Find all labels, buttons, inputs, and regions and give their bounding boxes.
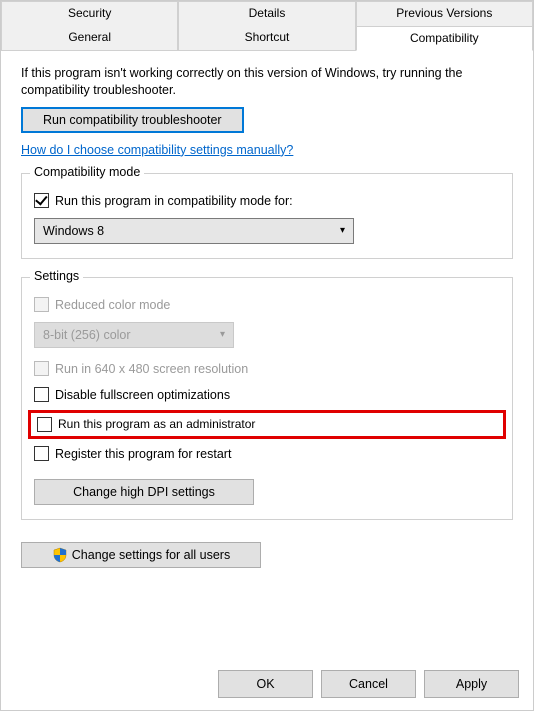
run-640-checkbox (34, 361, 49, 376)
help-link[interactable]: How do I choose compatibility settings m… (21, 143, 293, 157)
compat-mode-checkbox[interactable] (34, 193, 49, 208)
chevron-down-icon: ▾ (340, 225, 345, 236)
compat-mode-label: Run this program in compatibility mode f… (55, 194, 293, 208)
settings-group: Settings Reduced color mode 8-bit (256) … (21, 277, 513, 520)
change-dpi-button[interactable]: Change high DPI settings (34, 479, 254, 505)
compat-mode-title: Compatibility mode (30, 165, 144, 179)
intro-text: If this program isn't working correctly … (21, 65, 513, 99)
reduced-color-label: Reduced color mode (55, 298, 170, 312)
compat-os-selected: Windows 8 (43, 224, 104, 238)
change-all-users-label: Change settings for all users (72, 548, 230, 562)
run-troubleshooter-button[interactable]: Run compatibility troubleshooter (21, 107, 244, 133)
tab-content: If this program isn't working correctly … (1, 51, 533, 578)
run-as-admin-highlight: Run this program as an administrator (28, 410, 506, 439)
cancel-button[interactable]: Cancel (321, 670, 416, 698)
settings-title: Settings (30, 269, 83, 283)
color-depth-dropdown: 8-bit (256) color ▾ (34, 322, 234, 348)
compat-os-dropdown[interactable]: Windows 8 ▾ (34, 218, 354, 244)
color-depth-selected: 8-bit (256) color (43, 328, 131, 342)
ok-button[interactable]: OK (218, 670, 313, 698)
change-all-users-button[interactable]: Change settings for all users (21, 542, 261, 568)
run-as-admin-checkbox[interactable] (37, 417, 52, 432)
dialog-footer: OK Cancel Apply (218, 670, 519, 698)
tab-strip: Security Details Previous Versions Gener… (1, 1, 533, 51)
properties-dialog: Security Details Previous Versions Gener… (0, 0, 534, 711)
tab-shortcut[interactable]: Shortcut (178, 26, 355, 50)
compatibility-mode-group: Compatibility mode Run this program in c… (21, 173, 513, 259)
chevron-down-icon: ▾ (220, 329, 225, 340)
register-restart-label: Register this program for restart (55, 447, 231, 461)
reduced-color-checkbox (34, 297, 49, 312)
tab-security[interactable]: Security (1, 1, 178, 26)
disable-fullscreen-checkbox[interactable] (34, 387, 49, 402)
apply-button[interactable]: Apply (424, 670, 519, 698)
register-restart-checkbox[interactable] (34, 446, 49, 461)
run-640-label: Run in 640 x 480 screen resolution (55, 362, 248, 376)
tab-previous-versions[interactable]: Previous Versions (356, 1, 533, 26)
shield-icon (52, 547, 68, 563)
tab-details[interactable]: Details (178, 1, 355, 26)
tab-general[interactable]: General (1, 26, 178, 50)
run-as-admin-label: Run this program as an administrator (58, 417, 255, 431)
disable-fullscreen-label: Disable fullscreen optimizations (55, 388, 230, 402)
tab-compatibility[interactable]: Compatibility (356, 26, 533, 51)
